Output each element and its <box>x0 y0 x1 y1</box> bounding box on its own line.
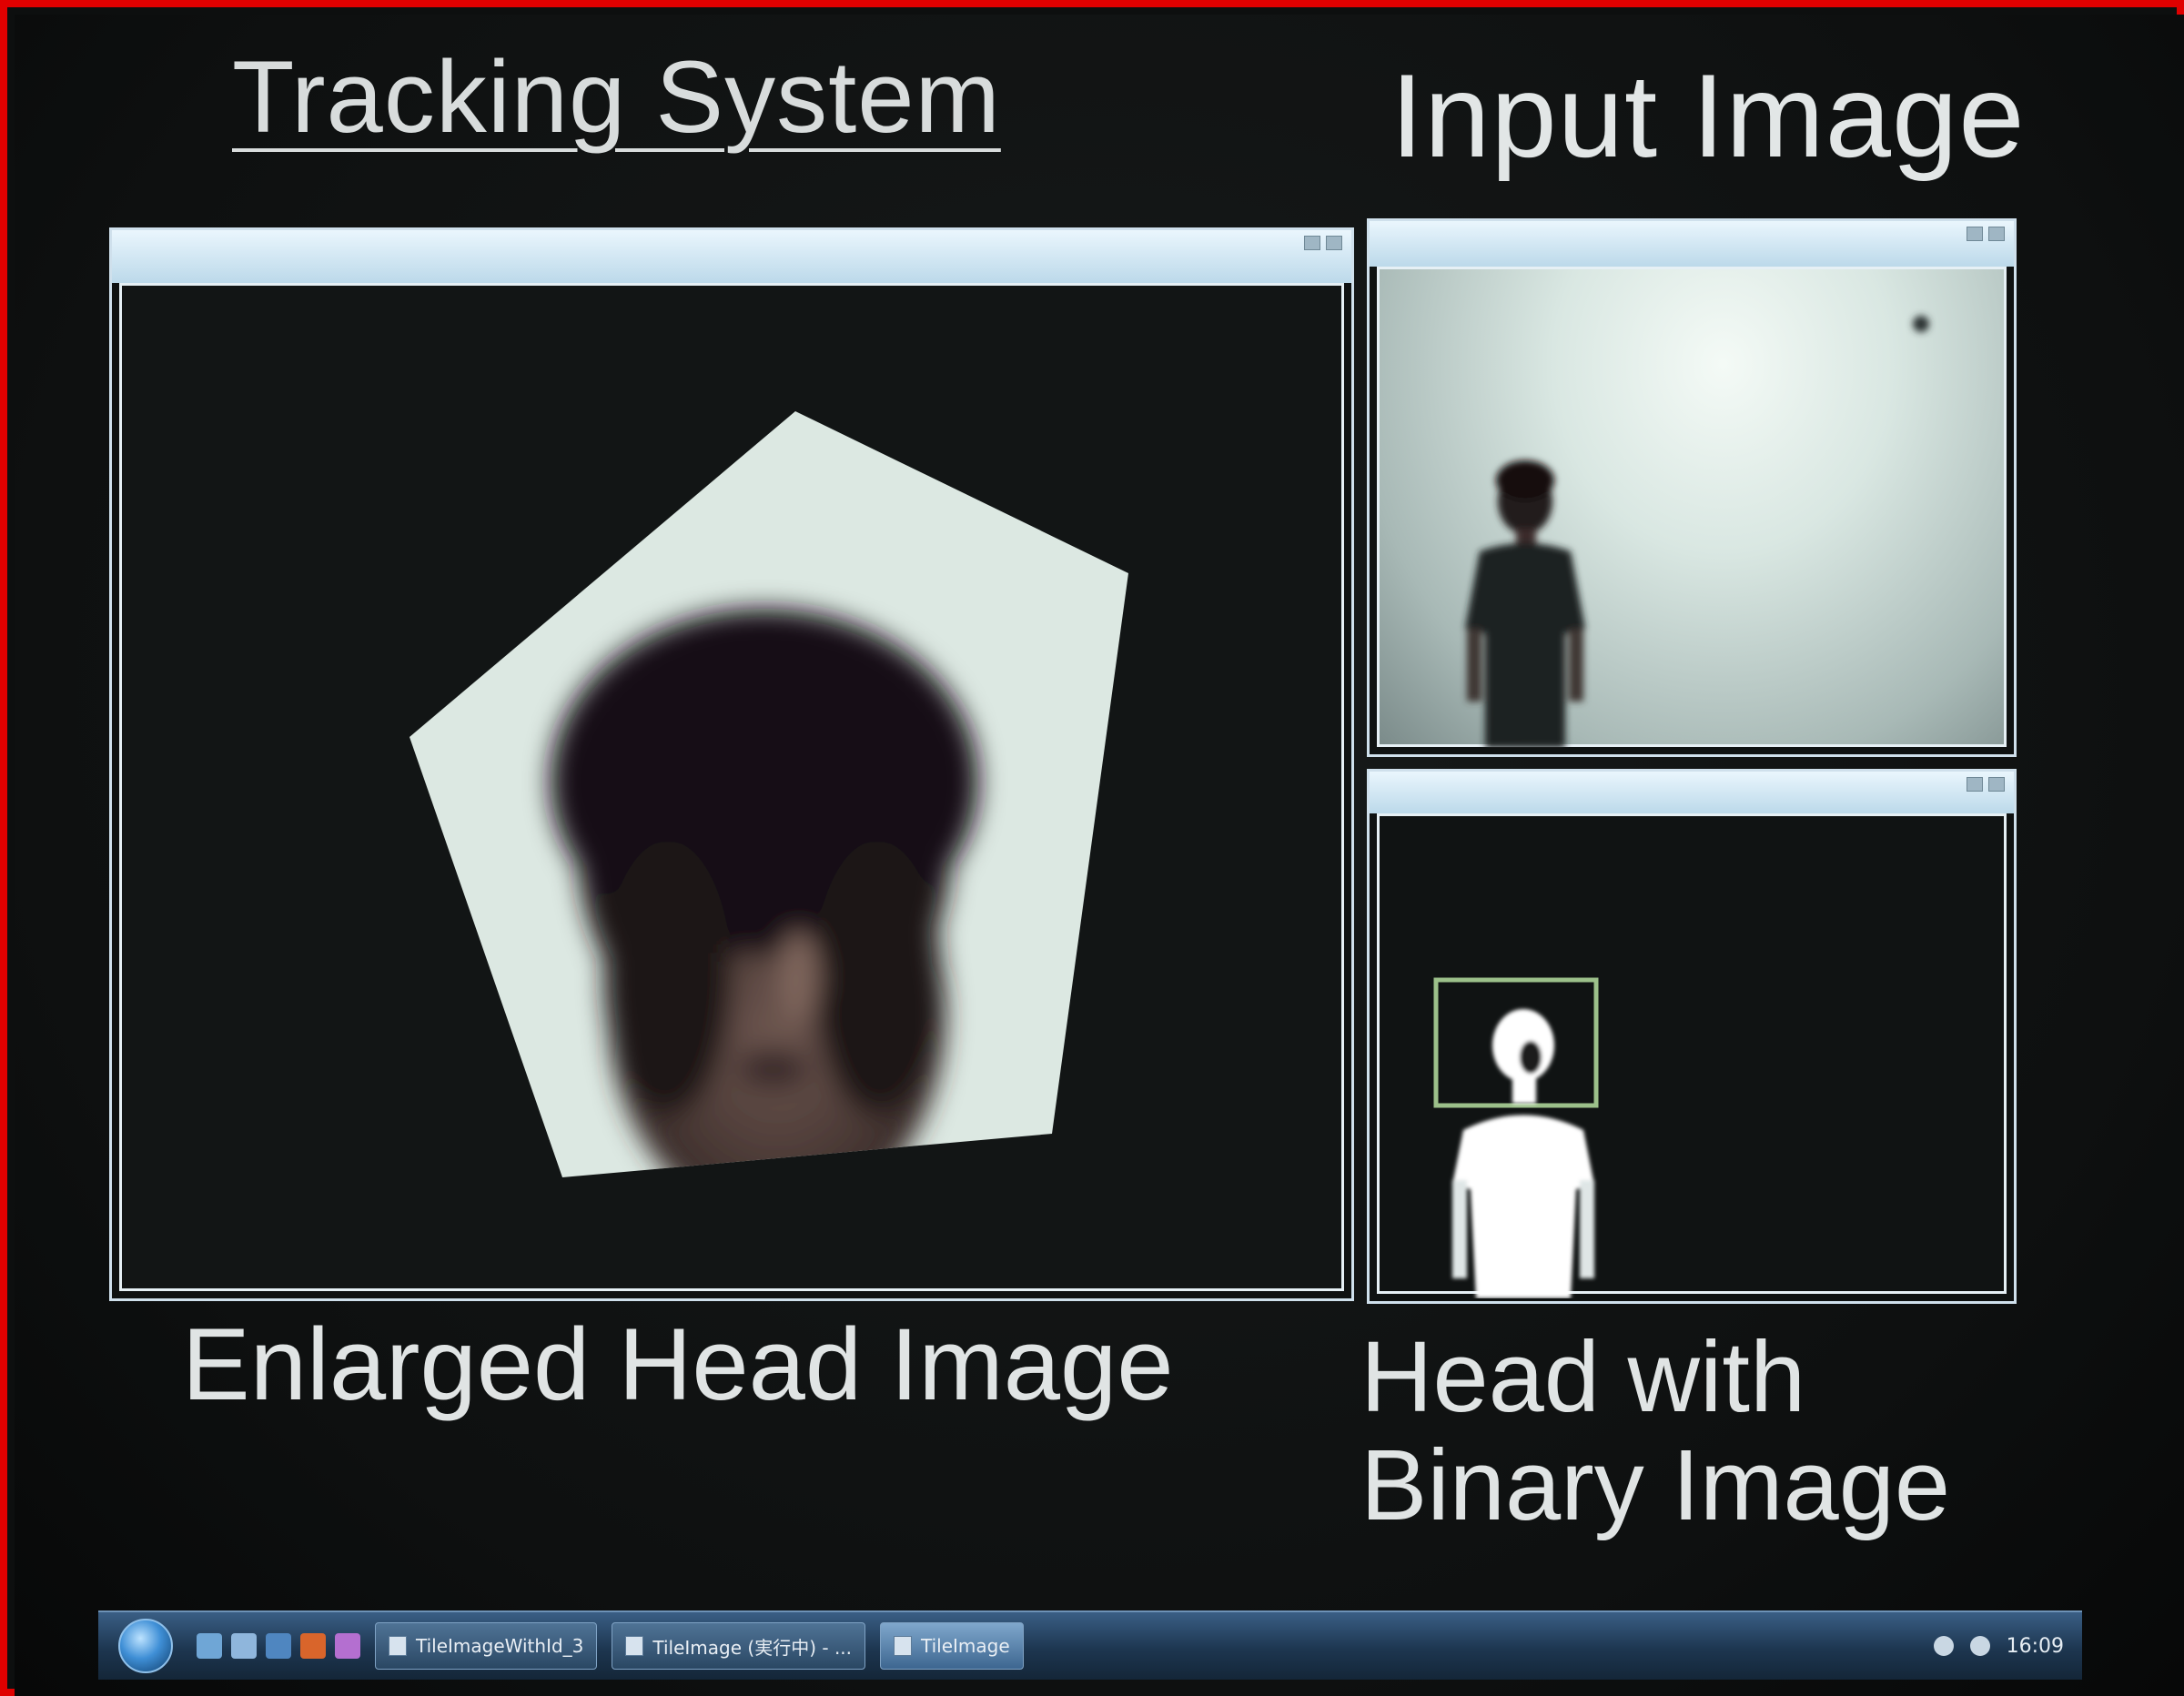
app-icon[interactable] <box>335 1633 360 1659</box>
close-button[interactable] <box>1988 777 2005 792</box>
clock[interactable]: 16:09 <box>2007 1635 2064 1658</box>
person-camera-image <box>1465 316 1929 748</box>
head-binary-label-line2: Binary Image <box>1360 1428 1951 1541</box>
ceiling-light <box>1913 316 1929 332</box>
taskbar-item-tileimage[interactable]: TileImage <box>880 1622 1024 1670</box>
white-silhouette <box>1452 1009 1594 1298</box>
binary-view <box>1377 813 2007 1298</box>
window-titlebar[interactable] <box>1370 221 2014 267</box>
desktop-icon[interactable] <box>197 1633 222 1659</box>
volume-icon[interactable] <box>1969 1636 1990 1656</box>
head-binary-label-line1: Head with <box>1360 1321 1806 1433</box>
input-image-window[interactable] <box>1367 218 2017 757</box>
system-tray: 16:09 <box>1933 1635 2064 1658</box>
close-button[interactable] <box>1988 227 2005 241</box>
explorer-icon[interactable] <box>231 1633 257 1659</box>
window-icon <box>389 1636 407 1656</box>
taskbar-item-tileimagewithid[interactable]: TileImageWithId_3 <box>375 1622 598 1670</box>
start-button[interactable] <box>118 1619 173 1673</box>
browser-icon[interactable] <box>266 1633 291 1659</box>
taskbar: TileImageWithId_3 TileImage (実行中) - ... … <box>98 1610 2082 1680</box>
pentagon-head-image <box>410 411 1128 1177</box>
tracking-system-title: Tracking System <box>232 40 1001 154</box>
enlarged-head-view <box>119 283 1344 1291</box>
network-icon[interactable] <box>1933 1636 1954 1656</box>
enlarged-head-label: Enlarged Head Image <box>182 1307 1174 1421</box>
minimize-button[interactable] <box>1304 236 1320 250</box>
quick-launch <box>197 1633 360 1659</box>
window-titlebar[interactable] <box>1370 772 2014 813</box>
taskbar-item-label: TileImageWithId_3 <box>416 1635 584 1657</box>
taskbar-item-label: TileImage <box>921 1635 1010 1657</box>
taskbar-item-tileimage-running[interactable]: TileImage (実行中) - ... <box>612 1622 866 1670</box>
window-icon <box>894 1636 913 1656</box>
minimize-button[interactable] <box>1967 227 1983 241</box>
window-icon <box>625 1636 644 1656</box>
media-icon[interactable] <box>300 1633 326 1659</box>
input-image-title: Input Image <box>1390 49 2026 182</box>
head-binary-label: Head with Binary Image <box>1360 1321 1951 1541</box>
window-titlebar[interactable] <box>112 230 1351 283</box>
taskbar-item-label: TileImage (実行中) - ... <box>652 1636 853 1659</box>
binary-silhouette-image <box>1433 977 1599 1298</box>
enlarged-head-window[interactable] <box>109 227 1354 1301</box>
minimize-button[interactable] <box>1967 777 1983 792</box>
close-button[interactable] <box>1326 236 1342 250</box>
camera-input-view <box>1377 267 2007 748</box>
binary-image-window[interactable] <box>1367 769 2017 1304</box>
